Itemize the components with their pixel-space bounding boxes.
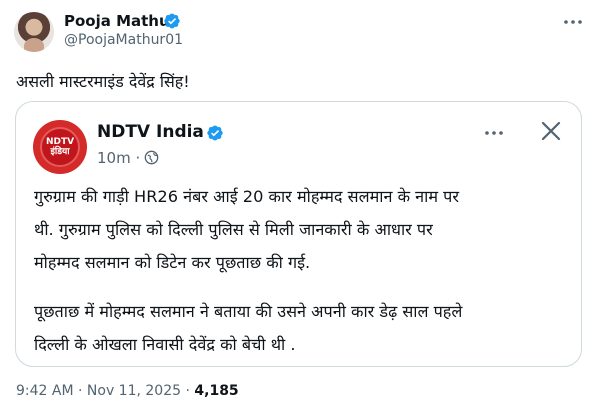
- verified-badge-icon: [207, 125, 223, 141]
- close-icon[interactable]: [538, 118, 564, 144]
- quoted-source-name[interactable]: NDTV India: [97, 122, 204, 142]
- paragraph-line: पूछताछ में मोहम्मद सलमान ने बताया की उसन…: [34, 302, 463, 321]
- view-count[interactable]: 4,185: [194, 383, 238, 399]
- logo-text-top: NDTV: [45, 137, 75, 147]
- author-handle[interactable]: @PoojaMathur01: [64, 32, 183, 48]
- globe-icon: [144, 150, 159, 165]
- paragraph-line: दिल्ली के ओखला निवासी देवेंद्र को बेची थ…: [34, 335, 296, 354]
- quoted-timestamp[interactable]: 10m ·: [97, 149, 140, 167]
- quoted-post-card[interactable]: NDTV इंडिया NDTV India 10m · गुरुग्राम क…: [15, 101, 582, 367]
- author-name[interactable]: Pooja Mathur: [64, 12, 177, 30]
- more-dots-icon[interactable]: [562, 12, 584, 32]
- post-metadata: 9:42 AM · Nov 11, 2025 · 4,185: [16, 383, 239, 399]
- quoted-time: 10m: [97, 149, 131, 167]
- logo-text-bottom: इंडिया: [50, 147, 70, 157]
- avatar[interactable]: [14, 12, 54, 52]
- paragraph-line: गुरुग्राम की गाड़ी HR26 नंबर आई 20 कार म…: [34, 187, 459, 206]
- tweet-text: असली मास्टरमाइंड देवेंद्र सिंह!: [16, 72, 190, 91]
- paragraph-line: थी. गुरुग्राम पुलिस को दिल्ली पुलिस से म…: [34, 220, 433, 239]
- verified-badge-icon: [164, 13, 180, 29]
- paragraph-line: मोहम्मद सलमान को डिटेन कर पूछताछ की गई.: [34, 253, 311, 272]
- quoted-paragraph-2: पूछताछ में मोहम्मद सलमान ने बताया की उसन…: [34, 295, 574, 361]
- post-time[interactable]: 9:42 AM: [16, 383, 74, 399]
- ndtv-logo[interactable]: NDTV इंडिया: [33, 120, 87, 174]
- post-date[interactable]: Nov 11, 2025: [87, 383, 181, 399]
- quoted-paragraph-1: गुरुग्राम की गाड़ी HR26 नंबर आई 20 कार म…: [34, 180, 574, 279]
- more-dots-icon[interactable]: [483, 123, 505, 143]
